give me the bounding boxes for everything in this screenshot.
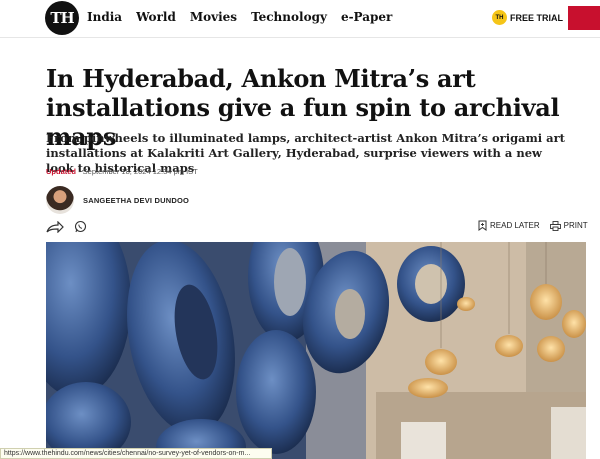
bookmark-icon [478,220,487,231]
nav-epaper[interactable]: e-Paper [341,10,392,24]
share-row [46,220,87,233]
print-button[interactable]: PRINT [549,220,588,231]
share-icon[interactable] [46,220,64,233]
article-hero-image [46,242,586,459]
read-later-label: READ LATER [490,221,540,230]
browser-status-bar: https://www.thehindu.com/news/cities/che… [0,448,272,459]
free-trial-link[interactable]: TH FREE TRIAL [492,10,563,25]
author-avatar[interactable] [46,186,74,214]
nav-technology[interactable]: Technology [251,10,327,24]
author-byline[interactable]: SANGEETHA DEVI DUNDOO [46,186,189,214]
author-name[interactable]: SANGEETHA DEVI DUNDOO [83,196,189,205]
print-label: PRINT [563,221,588,230]
subscribe-button[interactable] [568,6,600,30]
article-dateline: Updated - September 18, 2024 12:34 pm IS… [46,167,198,176]
nav-india[interactable]: India [87,10,122,24]
nav-world[interactable]: World [136,10,176,24]
whatsapp-icon[interactable] [74,220,87,233]
updated-label: Updated [46,167,76,176]
site-logo[interactable]: TH [45,1,79,35]
free-trial-badge-icon: TH [492,10,507,25]
hero-illustration [46,242,586,459]
print-icon [549,220,561,231]
free-trial-label: FREE TRIAL [510,12,563,23]
read-later-button[interactable]: READ LATER [478,220,540,231]
main-nav: India World Movies Technology e-Paper [87,10,406,24]
article-actions: READ LATER PRINT [478,220,588,231]
publish-date: - September 18, 2024 12:34 pm IST [76,167,198,176]
top-navigation: TH India World Movies Technology e-Paper… [0,0,600,38]
nav-movies[interactable]: Movies [190,10,237,24]
